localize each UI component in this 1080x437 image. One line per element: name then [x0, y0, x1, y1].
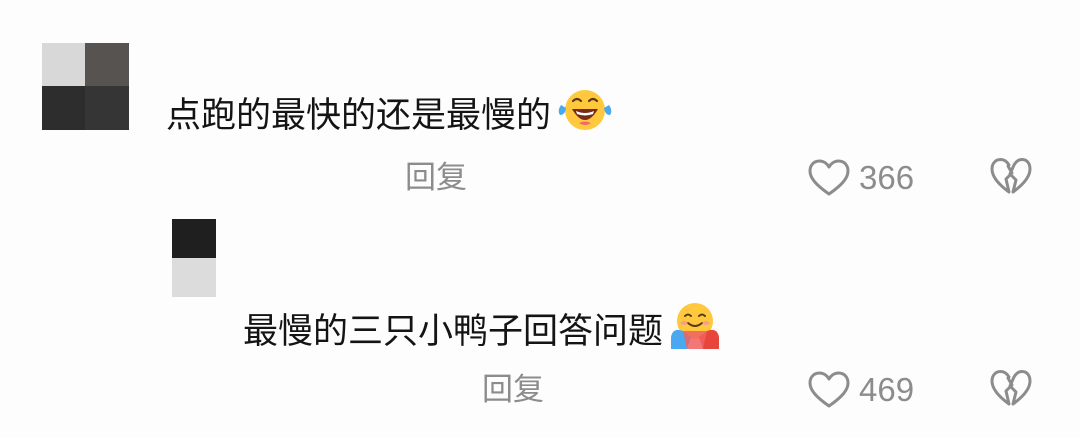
hugging-face-icon	[667, 301, 723, 362]
dislike-button[interactable]	[990, 369, 1032, 413]
comment-body: 最慢的三只小鸭子回答问题	[243, 311, 664, 352]
like-count: 366	[859, 159, 915, 196]
avatar[interactable]	[42, 43, 129, 130]
avatar[interactable]	[172, 219, 216, 297]
comment-text: 最慢的三只小鸭子回答问题	[243, 301, 723, 362]
comment-body: 点跑的最快的还是最慢的	[166, 95, 552, 136]
laughing-crying-face-icon	[555, 87, 615, 144]
like-count: 469	[859, 371, 915, 408]
heart-outline-icon	[808, 159, 850, 196]
heart-outline-icon	[808, 371, 850, 408]
comment-list: 点跑的最快的还是最慢的 回复 366 最慢的三只小鸭子回答问题 回复 469	[0, 0, 1080, 437]
like-button[interactable]: 469	[808, 370, 914, 410]
broken-heart-icon	[990, 158, 1032, 194]
reply-button[interactable]: 回复	[482, 371, 544, 409]
comment-text: 点跑的最快的还是最慢的	[166, 87, 615, 144]
dislike-button[interactable]	[990, 157, 1032, 201]
like-button[interactable]: 366	[808, 158, 914, 198]
reply-button[interactable]: 回复	[405, 159, 467, 197]
broken-heart-icon	[990, 370, 1032, 406]
